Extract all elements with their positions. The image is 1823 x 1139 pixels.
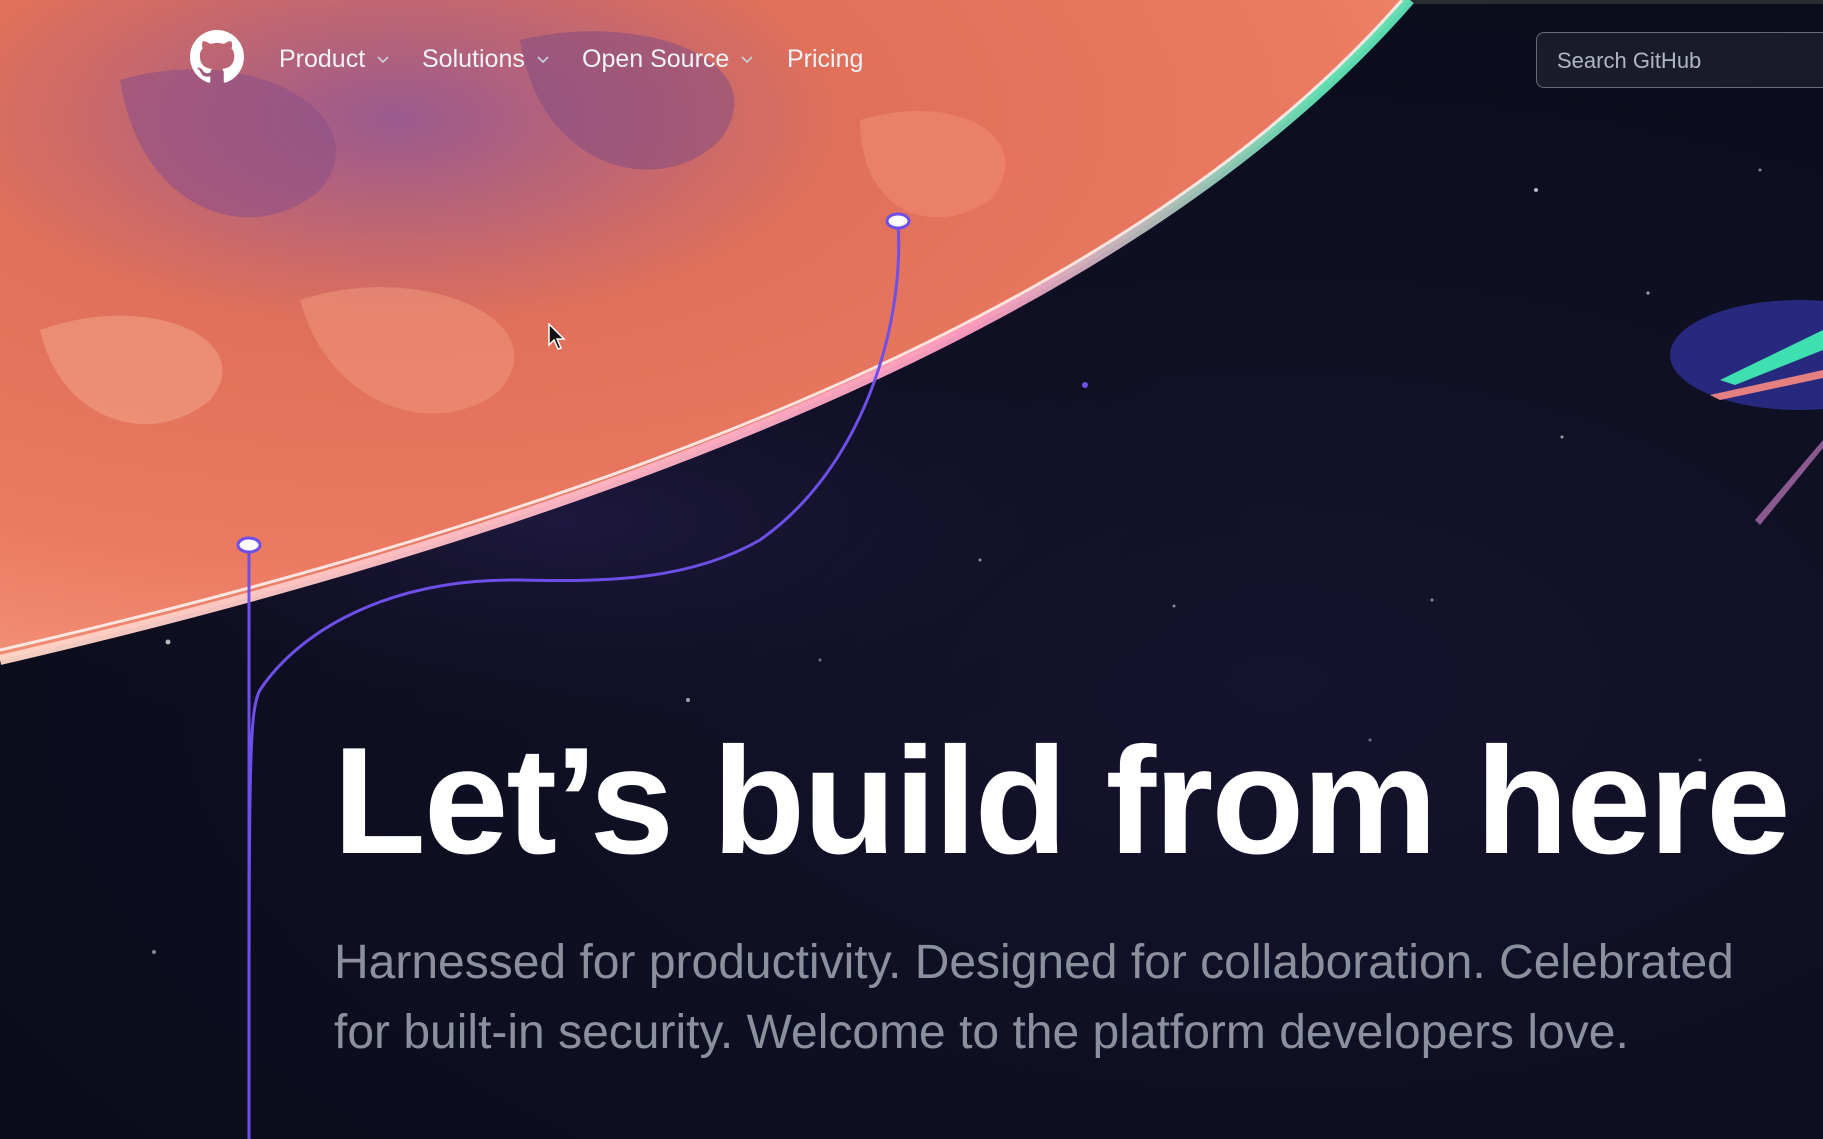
github-mark-icon[interactable] — [190, 30, 244, 84]
top-navigation: Product Solutions Open Source Pricing — [0, 0, 1823, 120]
nav-solutions[interactable]: Solutions — [422, 44, 551, 74]
nav-product-label: Product — [279, 44, 366, 73]
nav-pricing-label: Pricing — [787, 44, 864, 73]
mouse-cursor-icon — [548, 323, 566, 350]
nav-open-source-label: Open Source — [582, 44, 730, 73]
spaceship — [1670, 300, 1823, 525]
hero-subhead: Harnessed for productivity. Designed for… — [334, 936, 1734, 1059]
connector-node — [236, 536, 262, 554]
nav-pricing[interactable]: Pricing — [787, 44, 863, 74]
nav-solutions-label: Solutions — [422, 44, 525, 73]
hero-headline: Let’s build from here — [333, 716, 1791, 886]
github-homepage: Product Solutions Open Source Pricing Le… — [0, 0, 1823, 1139]
nav-open-source[interactable]: Open Source — [582, 44, 755, 74]
connector-node — [885, 212, 911, 230]
chevron-down-icon — [377, 56, 389, 64]
search-input[interactable] — [1555, 33, 1819, 89]
chevron-down-icon — [537, 56, 549, 64]
chevron-down-icon — [741, 56, 753, 64]
nav-product[interactable]: Product — [279, 44, 391, 74]
search-box[interactable] — [1536, 32, 1823, 89]
